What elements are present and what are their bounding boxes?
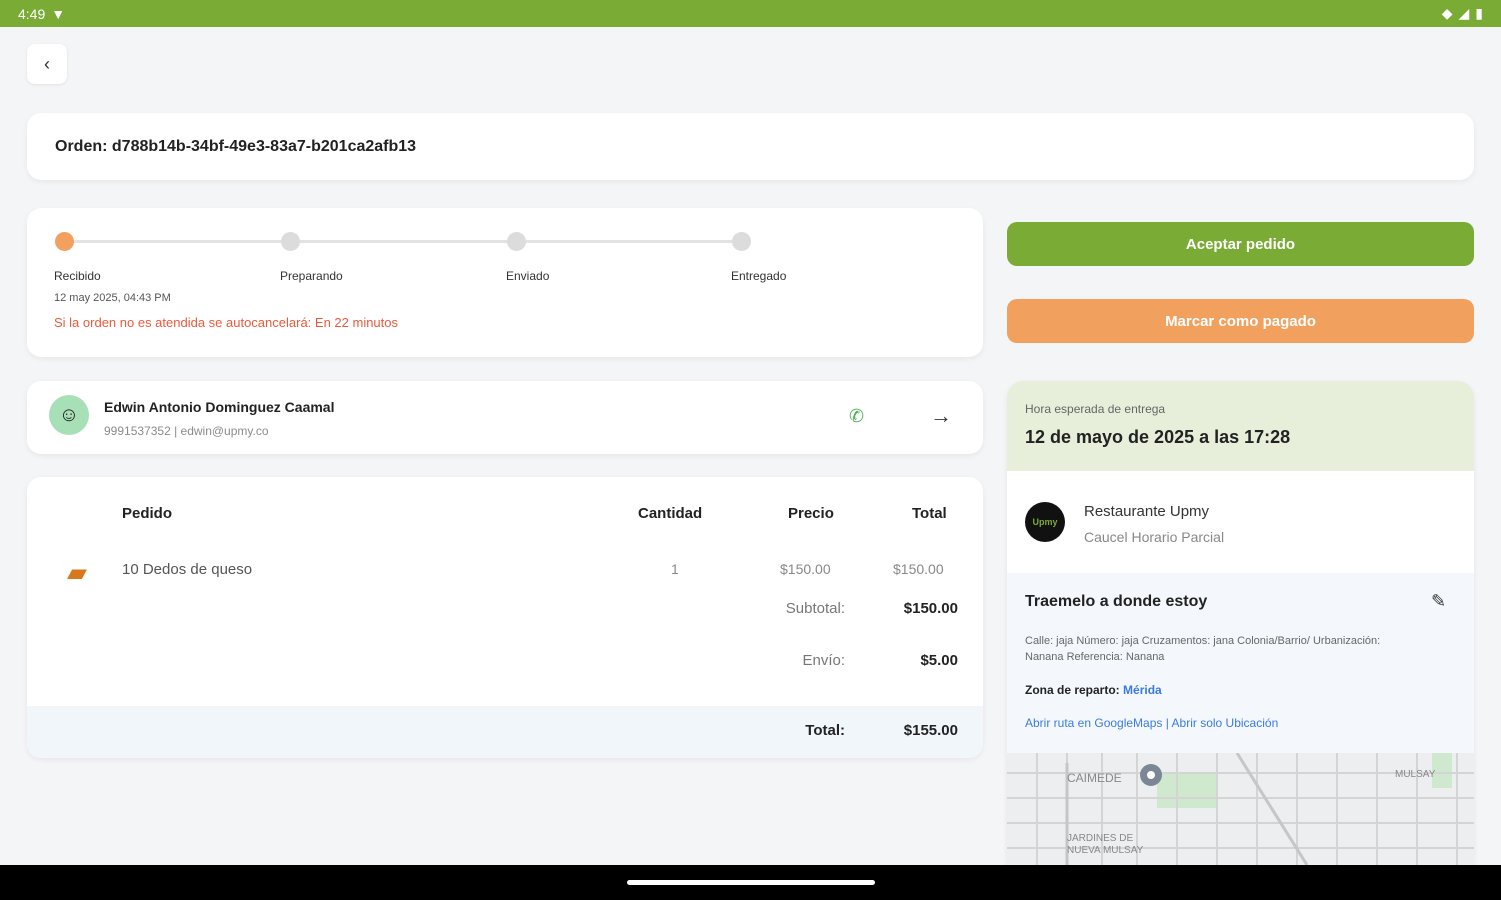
restaurant-subtitle: Caucel Horario Parcial [1084,529,1225,545]
step-dot-sent [507,232,526,251]
back-button[interactable]: ‹ [27,44,67,84]
eta-value: 12 de mayo de 2025 a las 17:28 [1025,427,1291,447]
avatar: ☺ [49,395,89,435]
map-label-caimede: CAIMEDE [1067,771,1122,785]
status-bar: 4:49 ▼ ◆ ◢ ▮ [0,0,1501,27]
accept-order-button[interactable]: Aceptar pedido [1007,222,1474,266]
pencil-icon[interactable]: ✎ [1431,591,1446,612]
delivery-panel: Hora esperada de entrega 12 de mayo de 2… [1007,381,1474,865]
item-price: $150.00 [780,561,831,577]
arrow-right-icon[interactable]: → [930,403,952,429]
order-items-card: Pedido Cantidad Precio Total ▰ 10 Dedos … [27,477,983,758]
eta-label: Hora esperada de entrega [1025,402,1166,416]
step-dot-received [55,232,74,251]
battery-icon: ▮ [1475,5,1483,21]
subtotal-label: Subtotal: [785,600,845,617]
step-label-sent: Enviado [506,269,550,283]
zone-label: Zona de reparto: [1025,683,1120,697]
header-price: Precio [788,505,834,522]
step-dot-delivered [732,232,751,251]
customer-contact: 9991537352 | edwin@upmy.co [104,424,269,438]
header-quantity: Cantidad [638,505,703,522]
step-label-received: Recibido [54,269,101,283]
step-dot-preparing [281,232,300,251]
subtotal-value: $150.00 [903,600,958,617]
map-view[interactable]: CAIMEDE JARDINES DE NUEVA MULSAY MULSAY [1007,753,1474,865]
total-row: Total: $155.00 [27,706,983,758]
delivery-zone: Zona de reparto: Mérida [1025,683,1162,697]
total-value: $155.00 [903,722,958,739]
chevron-left-icon: ‹ [44,53,50,74]
address-box: Traemelo a donde estoy ✎ Calle: jaja Núm… [1007,573,1474,753]
autocancel-warning: Si la orden no es atendida se autocancel… [54,315,399,330]
notification-icon: ▼ [51,5,66,22]
item-quantity: 1 [671,561,679,577]
restaurant-logo: Upmy [1025,502,1065,542]
phone-icon[interactable]: ✆ [849,406,864,427]
order-id-card: Orden: d788b14b-34bf-49e3-83a7-b201ca2af… [27,113,1474,180]
zone-value[interactable]: Mérida [1123,683,1162,697]
customer-card[interactable]: ☺ Edwin Antonio Dominguez Caamal 9991537… [27,381,983,454]
address-title: Traemelo a donde estoy [1025,593,1208,610]
status-time: 4:49 [18,5,46,22]
shipping-label: Envío: [802,652,845,669]
header-total: Total [912,505,947,522]
shipping-value: $5.00 [920,652,958,669]
received-date: 12 may 2025, 04:43 PM [54,292,171,304]
order-title: Orden: d788b14b-34bf-49e3-83a7-b201ca2af… [55,137,417,155]
mark-paid-button[interactable]: Marcar como pagado [1007,299,1474,343]
eta-box: Hora esperada de entrega 12 de mayo de 2… [1007,381,1474,471]
map-links[interactable]: Abrir ruta en GoogleMaps | Abrir solo Ub… [1025,716,1278,730]
item-name: 10 Dedos de queso [122,561,253,578]
wifi-icon: ◆ [1441,5,1453,21]
progress-track [64,240,740,243]
step-label-preparing: Preparando [280,269,343,283]
item-total: $150.00 [893,561,944,577]
home-gesture-bar[interactable] [627,880,875,885]
map-label-jardines: JARDINES DE NUEVA MULSAY [1067,833,1144,856]
customer-name: Edwin Antonio Dominguez Caamal [104,399,335,415]
map-label-mulsay: MULSAY [1395,769,1436,780]
order-progress-card: Recibido Preparando Enviado Entregado 12… [27,208,983,357]
step-label-delivered: Entregado [731,269,787,283]
signal-icon: ◢ [1458,5,1470,21]
restaurant-name: Restaurante Upmy [1084,503,1210,520]
food-icon: ▰ [67,557,87,587]
address-text: Calle: jaja Número: jaja Cruzamentos: ja… [1025,635,1381,663]
total-label: Total: [805,722,845,739]
header-item: Pedido [122,505,173,522]
